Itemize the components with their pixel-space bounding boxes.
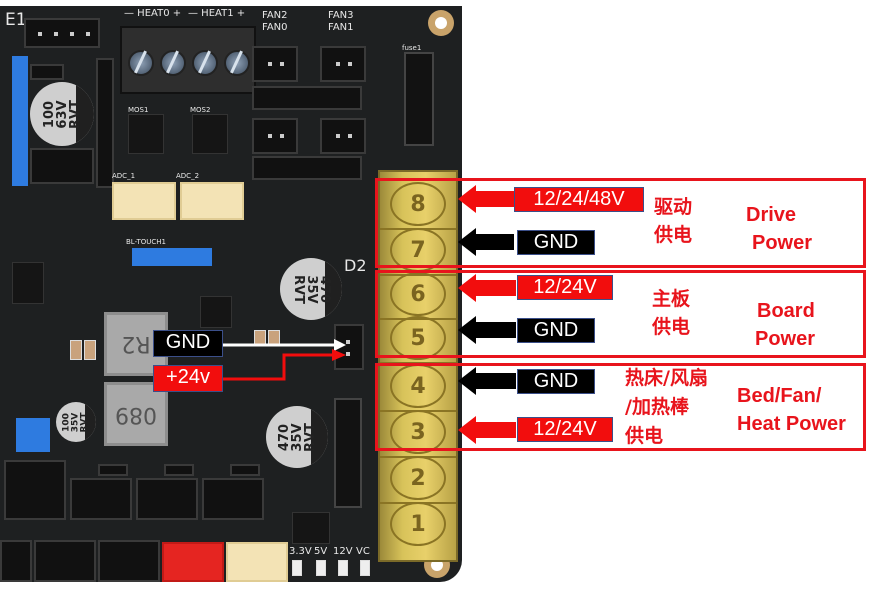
arrow-red-24v-line [222,353,334,381]
arrow-red-24v-head [332,349,346,361]
tag-internal-24v: +24v [153,365,223,392]
cn-bed-line2: /加热棒 [625,396,689,418]
en-drive-line2: Power [752,232,813,254]
cn-board-line1: 主板 [652,288,691,310]
en-drive-line1: Drive [746,204,797,226]
cn-bed-line1: 热床/风扇 [625,367,708,389]
arrow-white-gnd-head [334,339,346,351]
en-board-line2: Power [755,328,816,350]
cn-drive-line1: 驱动 [654,196,693,218]
en-bed-line1: Bed/Fan/ [737,385,822,407]
tag-bed-positive: 12/24V [517,417,613,442]
en-bed-line2: Heat Power [737,413,846,435]
cn-board-line2: 供电 [652,316,691,338]
tag-internal-gnd: GND [153,330,223,357]
tag-drive-positive: 12/24/48V [514,187,644,212]
tag-drive-gnd: GND [517,230,595,255]
tag-board-positive: 12/24V [517,275,613,300]
cn-drive-line2: 供电 [654,224,693,246]
tag-board-gnd: GND [517,318,595,343]
en-board-line1: Board [757,300,815,322]
tag-bed-gnd: GND [517,369,595,394]
cn-bed-line3: 供电 [625,425,664,447]
